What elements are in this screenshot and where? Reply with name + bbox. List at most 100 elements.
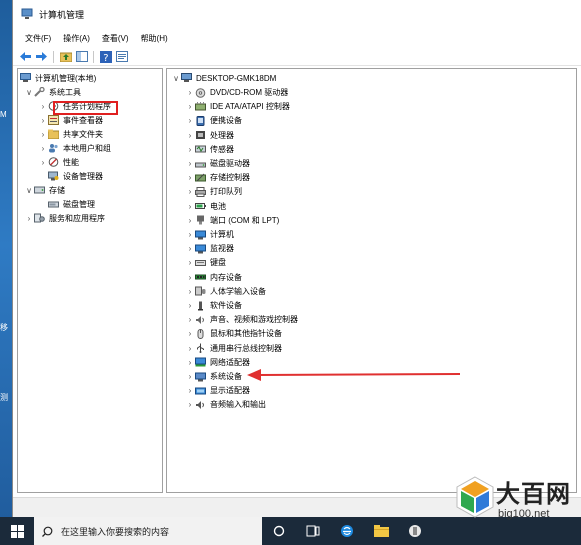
device-category-row[interactable]: › 鼠标和其他指针设备 [185, 327, 282, 341]
device-category-row[interactable]: › 存储控制器 [185, 171, 250, 185]
menu-action[interactable]: 操作(A) [61, 33, 92, 44]
expand-toggle[interactable]: › [185, 173, 195, 183]
tree-item-storage[interactable]: ∨ 存储 [24, 183, 65, 197]
device-category-row[interactable]: › 打印队列 [185, 185, 242, 199]
sensor-icon [195, 145, 206, 153]
expand-toggle[interactable]: › [38, 143, 48, 153]
device-category-row[interactable]: › 监视器 [185, 242, 234, 256]
device-category-label: 鼠标和其他指针设备 [210, 329, 282, 339]
tree-item-label: 系统工具 [49, 87, 81, 97]
file-explorer-button[interactable] [364, 517, 398, 545]
app-button[interactable] [398, 517, 432, 545]
back-button[interactable] [19, 50, 32, 63]
device-list-pane: ∨ DESKTOP-GMK18DM › DVD/CD-ROM 驱动器 › IDE AT… [166, 68, 577, 493]
device-category-row[interactable]: › 网络适配器 [185, 355, 250, 369]
watermark: 大百网 big100.net [450, 470, 581, 545]
expand-toggle[interactable]: › [185, 329, 195, 339]
expand-toggle[interactable]: › [185, 272, 195, 282]
expand-toggle[interactable]: › [38, 101, 48, 111]
ide-controller-icon [195, 101, 206, 111]
expand-toggle[interactable]: › [185, 372, 195, 382]
tree-item-shared-folders[interactable]: › 共享文件夹 [38, 127, 103, 141]
device-category-row[interactable]: › 声音、视频和游戏控制器 [185, 313, 298, 327]
tree-item-label: 计算机管理(本地) [35, 73, 97, 83]
device-category-label: 系统设备 [210, 372, 242, 381]
task-view-button[interactable] [296, 517, 330, 545]
expand-toggle[interactable]: › [185, 187, 195, 197]
tree-item-system-tools[interactable]: ∨ 系统工具 [24, 85, 81, 99]
device-category-row[interactable]: › 电池 [185, 199, 226, 213]
help-button[interactable]: ? [99, 50, 112, 63]
device-category-row[interactable]: › 便携设备 [185, 114, 242, 128]
expand-toggle[interactable]: › [185, 230, 195, 240]
tree-item-disk-management[interactable]: 磁盘管理 [48, 197, 95, 211]
start-button[interactable] [0, 517, 34, 545]
device-category-row[interactable]: › 系统设备 [185, 370, 242, 384]
expand-toggle[interactable]: › [185, 116, 195, 126]
expand-toggle[interactable]: › [38, 129, 48, 139]
device-tree-root[interactable]: ∨ DESKTOP-GMK18DM [171, 71, 276, 85]
device-category-row[interactable]: › 传感器 [185, 142, 234, 156]
device-category-row[interactable]: › 内存设备 [185, 270, 242, 284]
expand-toggle[interactable]: › [185, 102, 195, 112]
device-category-row[interactable]: › 人体学输入设备 [185, 284, 266, 298]
device-category-row[interactable]: › 计算机 [185, 228, 234, 242]
expand-toggle[interactable]: › [185, 400, 195, 410]
show-console-tree-button[interactable] [75, 50, 88, 63]
expand-toggle[interactable]: ∨ [24, 185, 34, 195]
menu-view[interactable]: 查看(V) [100, 33, 131, 44]
expand-toggle[interactable]: › [185, 159, 195, 169]
expand-toggle[interactable]: › [185, 201, 195, 211]
device-category-row[interactable]: › 通用串行总线控制器 [185, 341, 282, 355]
expand-toggle[interactable]: › [185, 301, 195, 311]
device-category-row[interactable]: › 磁盘驱动器 [185, 157, 250, 171]
console-tree-icon [75, 51, 88, 62]
properties-button[interactable] [115, 50, 128, 63]
services-icon [34, 213, 45, 223]
expand-toggle[interactable]: › [185, 343, 195, 353]
expand-toggle[interactable]: › [185, 286, 195, 296]
device-category-row[interactable]: › 处理器 [185, 128, 234, 142]
device-category-label: DVD/CD-ROM 驱动器 [210, 88, 289, 97]
edge-button[interactable] [330, 517, 364, 545]
device-category-row[interactable]: › DVD/CD-ROM 驱动器 [185, 86, 288, 100]
tree-item-services-applications[interactable]: › 服务和应用程序 [24, 211, 105, 225]
title-bar[interactable]: 计算机管理 [13, 0, 581, 28]
tree-item-device-manager[interactable]: 设备管理器 [48, 169, 103, 183]
expand-toggle[interactable]: › [185, 88, 195, 98]
device-category-row[interactable]: › 音频输入和输出 [185, 398, 266, 412]
tree-item-computer-management[interactable]: 计算机管理(本地) [20, 71, 96, 85]
menu-help[interactable]: 帮助(H) [139, 33, 170, 44]
expand-toggle[interactable]: › [185, 144, 195, 154]
expand-toggle[interactable]: › [185, 357, 195, 367]
expand-toggle[interactable]: › [185, 215, 195, 225]
taskbar-search-box[interactable]: 在这里输入你要搜索的内容 [34, 517, 262, 545]
expand-toggle[interactable]: ∨ [171, 73, 181, 83]
device-category-row[interactable]: › 显示适配器 [185, 384, 250, 398]
expand-toggle[interactable]: ∨ [24, 87, 34, 97]
expand-toggle[interactable]: › [185, 244, 195, 254]
watermark-url: big100.net [498, 508, 550, 520]
expand-toggle[interactable]: › [185, 386, 195, 396]
expand-toggle[interactable]: › [185, 258, 195, 268]
tree-item-performance[interactable]: › 性能 [38, 155, 79, 169]
device-category-label: 处理器 [210, 130, 234, 140]
menu-file[interactable]: 文件(F) [23, 33, 53, 44]
tree-item-label: 事件查看器 [63, 115, 103, 125]
users-icon [49, 144, 58, 153]
expand-toggle[interactable]: › [38, 115, 48, 125]
device-category-row[interactable]: › 键盘 [185, 256, 226, 270]
forward-button[interactable] [35, 50, 48, 63]
up-level-button[interactable] [59, 50, 72, 63]
cortana-button[interactable] [262, 517, 296, 545]
device-category-row[interactable]: › 端口 (COM 和 LPT) [185, 213, 279, 227]
tree-item-event-viewer[interactable]: › 事件查看器 [38, 113, 103, 127]
expand-toggle[interactable]: › [38, 157, 48, 167]
port-icon [197, 215, 204, 225]
expand-toggle[interactable]: › [185, 130, 195, 140]
expand-toggle[interactable]: › [24, 213, 34, 223]
expand-toggle[interactable]: › [185, 315, 195, 325]
tree-item-local-users-groups[interactable]: › 本地用户和组 [38, 141, 111, 155]
device-category-row[interactable]: › IDE ATA/ATAPI 控制器 [185, 100, 290, 114]
device-category-row[interactable]: › 软件设备 [185, 299, 242, 313]
